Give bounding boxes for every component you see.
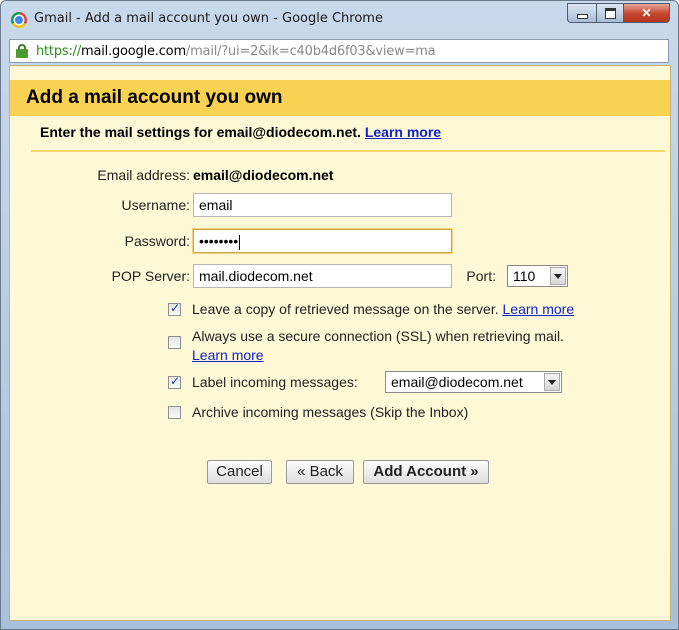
leave-copy-checkbox[interactable] <box>168 301 181 316</box>
url-text[interactable]: https://mail.google.com/mail/?ui=2&ik=c4… <box>36 44 436 59</box>
address-bar[interactable]: https://mail.google.com/mail/?ui=2&ik=c4… <box>9 39 669 63</box>
leave-copy-learn-more-link[interactable]: Learn more <box>503 301 575 317</box>
cancel-button[interactable]: Cancel <box>207 460 272 484</box>
url-host: mail.google.com <box>81 44 186 59</box>
ssl-learn-more-link[interactable]: Learn more <box>192 347 264 363</box>
instructions-learn-more-link[interactable]: Learn more <box>365 124 441 140</box>
port-value: 110 <box>513 268 536 284</box>
ssl-checkbox[interactable] <box>168 336 181 349</box>
label-select[interactable]: email@diodecom.net <box>385 371 562 393</box>
maximize-icon <box>604 7 616 19</box>
close-icon: ✕ <box>641 6 652 20</box>
chevron-down-icon <box>544 373 560 391</box>
port-select[interactable]: 110 <box>507 265 568 287</box>
url-path: /mail/?ui=2&ik=c40b4d6f03&view=ma <box>185 44 436 59</box>
window-controls: ✕ <box>567 3 670 23</box>
instructions-label: Enter the mail settings for email@diodec… <box>40 124 361 140</box>
email-label: Email address: <box>97 167 190 183</box>
lock-body <box>16 49 28 58</box>
chevron-down-icon <box>550 267 566 285</box>
chrome-logo-icon <box>11 12 27 28</box>
dialog-content: Add a mail account you own Enter the mai… <box>9 65 671 621</box>
leave-copy-label: Leave a copy of retrieved message on the… <box>192 301 499 317</box>
label-select-value: email@diodecom.net <box>391 374 523 390</box>
close-button[interactable]: ✕ <box>623 3 670 23</box>
leave-copy-option: Leave a copy of retrieved message on the… <box>192 301 574 317</box>
label-incoming-checkbox[interactable] <box>168 374 181 389</box>
minimize-icon <box>576 13 588 19</box>
dialog-title: Add a mail account you own <box>26 87 283 108</box>
ssl-label: Always use a secure connection (SSL) whe… <box>192 328 564 344</box>
port-label: Port: <box>466 268 496 284</box>
dialog-header: Add a mail account you own <box>10 80 670 116</box>
text-caret <box>239 234 241 250</box>
instructions-text: Enter the mail settings for email@diodec… <box>40 124 441 140</box>
back-button[interactable]: « Back <box>286 460 354 484</box>
header-divider <box>31 150 665 152</box>
lock-icon <box>16 44 28 58</box>
password-field[interactable]: •••••••• <box>193 229 452 253</box>
pop-server-label: POP Server: <box>111 268 190 284</box>
email-value: email@diodecom.net <box>193 167 334 183</box>
username-label: Username: <box>121 197 190 213</box>
password-label: Password: <box>124 233 190 249</box>
username-field[interactable]: email <box>193 193 452 217</box>
title-bar[interactable]: Gmail - Add a mail account you own - Goo… <box>1 1 678 37</box>
archive-checkbox[interactable] <box>168 406 181 419</box>
minimize-button[interactable] <box>567 3 596 23</box>
add-account-button[interactable]: Add Account » <box>363 460 489 484</box>
password-value: •••••••• <box>199 233 239 249</box>
url-scheme: https:// <box>36 44 81 59</box>
ssl-option-link-row: Learn more <box>192 347 264 363</box>
label-incoming-label: Label incoming messages: <box>192 374 358 390</box>
maximize-button[interactable] <box>596 3 623 23</box>
window-title: Gmail - Add a mail account you own - Goo… <box>34 11 383 26</box>
archive-label: Archive incoming messages (Skip the Inbo… <box>192 404 469 420</box>
browser-window: Gmail - Add a mail account you own - Goo… <box>0 0 679 630</box>
